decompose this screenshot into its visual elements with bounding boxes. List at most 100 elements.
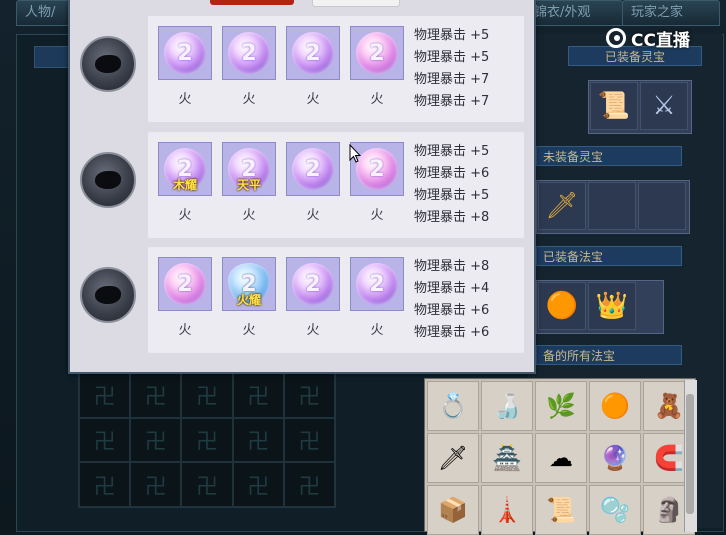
gem-stat-line: 物理暴击 +6 — [414, 166, 490, 181]
gem-stat-line: 物理暴击 +8 — [414, 259, 490, 274]
gem-stat-line: 物理暴击 +8 — [414, 210, 490, 225]
lingbao-item-icon[interactable]: 🗡 — [538, 182, 586, 230]
fabao-globe-icon[interactable]: 🔮 — [589, 433, 641, 483]
tab-fashion[interactable]: 锦衣/外观 — [525, 0, 623, 26]
storage-slot[interactable]: 卍 — [79, 373, 131, 418]
gem-slot[interactable]: 2 — [286, 257, 340, 311]
fire-gem-icon: 2 — [356, 148, 398, 190]
gem-element-label: 火 — [370, 323, 384, 338]
gem-stat-line: 物理暴击 +7 — [414, 72, 490, 87]
gem-constellation-label: 木耀 — [172, 178, 197, 192]
fabao-box-icon[interactable]: 📦 — [427, 485, 479, 535]
gem-constellation-label: 火耀 — [236, 293, 261, 307]
storage-slot[interactable]: 卍 — [79, 462, 131, 507]
fabao-tower-icon[interactable]: 🗼 — [481, 485, 533, 535]
storage-slot[interactable]: 卍 — [79, 417, 131, 463]
gem-slot[interactable]: 2 — [158, 257, 212, 311]
cc-logo-icon — [606, 28, 626, 48]
storage-slot[interactable]: 卍 — [283, 373, 335, 418]
cc-live-watermark: CC直播 — [606, 26, 690, 51]
gem-element-label: 火 — [306, 323, 320, 338]
gem-stat-line: 物理暴击 +4 — [414, 281, 490, 296]
gem-element-label: 火 — [370, 92, 384, 107]
gem-element-label: 火 — [306, 208, 320, 223]
fire-gem-icon: 2 — [228, 32, 270, 74]
lingbao-scroll-icon[interactable]: 📜 — [590, 82, 638, 130]
character-portrait-icon[interactable] — [80, 267, 136, 323]
all-fabao-header: 备的所有法宝 — [536, 345, 682, 365]
gem-slot[interactable]: 2 木耀 — [158, 142, 212, 196]
storage-slot[interactable]: 卍 — [283, 417, 335, 463]
fabao-orb-icon[interactable]: 🟠 — [589, 381, 641, 431]
fabao-cloud-icon[interactable]: ☁ — [535, 433, 587, 483]
fire-gem-icon: 2 — [164, 32, 206, 74]
fabao-bubble-icon[interactable]: 🫧 — [589, 485, 641, 535]
gem-slot[interactable]: 2 — [158, 26, 212, 80]
storage-slot[interactable]: 卍 — [130, 417, 182, 463]
gem-stat-line: 物理暴击 +5 — [414, 188, 490, 203]
unequipped-lingbao-header: 未装备灵宝 — [536, 146, 682, 166]
storage-slot[interactable]: 卍 — [130, 373, 182, 418]
fabao-orb-icon[interactable]: 🟠 — [538, 282, 586, 330]
gem-stat-line: 物理暴击 +5 — [414, 144, 490, 159]
storage-slot[interactable]: 卍 — [232, 462, 284, 507]
gem-element-label: 火 — [178, 208, 192, 223]
fabao-pagoda-icon[interactable]: 🏯 — [481, 433, 533, 483]
storage-slot[interactable]: 卍 — [232, 417, 284, 463]
gem-slot[interactable]: 2 — [350, 257, 404, 311]
lingbao-sword-icon[interactable]: ⚔ — [640, 82, 688, 130]
gem-stat-line: 物理暴击 +5 — [414, 50, 490, 65]
gem-slot[interactable]: 2 — [286, 26, 340, 80]
gem-slot[interactable]: 2 天平 — [222, 142, 276, 196]
fabao-leaf-icon[interactable]: 🌿 — [535, 381, 587, 431]
gem-slot[interactable]: 2 — [222, 26, 276, 80]
character-portrait-icon[interactable] — [80, 152, 136, 208]
gem-stat-line: 物理暴击 +7 — [414, 94, 490, 109]
storage-slot[interactable]: 卍 — [181, 462, 233, 507]
gem-stat-line: 物理暴击 +5 — [414, 28, 490, 43]
fabao-ring-icon[interactable]: 💍 — [427, 381, 479, 431]
gem-element-label: 火 — [242, 92, 256, 107]
confirm-button[interactable] — [210, 0, 294, 5]
storage-slot[interactable]: 卍 — [283, 462, 335, 507]
gem-compare-popup: 2 火 2 火 2 火 2 火物理暴击 +5 物理暴击 +5 物理暴击 +7 物理暴击 +7 2 木耀火… — [68, 0, 536, 374]
fabao-inventory: 💍 🍶 🌿 🟠 🧸 🗡 🏯 ☁ 🔮 🧲 📦 🗼 📜 🫧 🗿 — [424, 378, 696, 535]
fabao-gourd-icon[interactable]: 🍶 — [481, 381, 533, 431]
storage-slot[interactable]: 卍 — [232, 373, 284, 418]
gem-element-label: 火 — [242, 323, 256, 338]
gem-element-label: 火 — [178, 92, 192, 107]
cancel-button[interactable] — [312, 0, 400, 7]
pet-silhouette-icon — [95, 55, 121, 73]
fabao-crown-icon[interactable]: 👑 — [588, 282, 636, 330]
gem-stat-line: 物理暴击 +6 — [414, 303, 490, 318]
fire-gem-icon: 2 — [164, 263, 206, 305]
gem-slot[interactable]: 2 火耀 — [222, 257, 276, 311]
fire-gem-icon: 2 — [292, 32, 334, 74]
storage-slot[interactable]: 卍 — [130, 462, 182, 507]
inventory-scroll-thumb[interactable] — [686, 394, 694, 514]
watermark-text: CC直播 — [631, 30, 690, 51]
pet-silhouette-icon — [95, 286, 121, 304]
tab-player-home[interactable]: 玩家之家 — [622, 0, 720, 26]
fire-gem-icon: 2 — [356, 263, 398, 305]
empty-slot-icon[interactable] — [588, 182, 636, 230]
gem-stat-line: 物理暴击 +6 — [414, 325, 490, 340]
fire-gem-icon: 2 — [292, 263, 334, 305]
empty-slot-icon[interactable] — [638, 182, 686, 230]
fabao-sword-icon[interactable]: 🗡 — [427, 433, 479, 483]
storage-slot[interactable]: 卍 — [181, 417, 233, 463]
equipped-fabao-header: 已装备法宝 — [536, 246, 682, 266]
character-portrait-icon[interactable] — [80, 36, 136, 92]
gem-slot[interactable]: 2 — [350, 26, 404, 80]
mouse-cursor-icon — [349, 143, 362, 164]
gem-element-label: 火 — [370, 208, 384, 223]
gem-element-label: 火 — [306, 92, 320, 107]
storage-slot[interactable]: 卍 — [181, 373, 233, 418]
fabao-scroll-icon[interactable]: 📜 — [535, 485, 587, 535]
storage-grid: 卍 卍 卍 卍 卍 卍 卍 卍 卍 卍 卍 卍 卍 卍 卍 — [78, 372, 336, 508]
gem-slot[interactable]: 2 — [286, 142, 340, 196]
fire-gem-icon: 2 — [356, 32, 398, 74]
gem-element-label: 火 — [178, 323, 192, 338]
gem-constellation-label: 天平 — [236, 178, 261, 192]
fire-gem-icon: 2 — [292, 148, 334, 190]
